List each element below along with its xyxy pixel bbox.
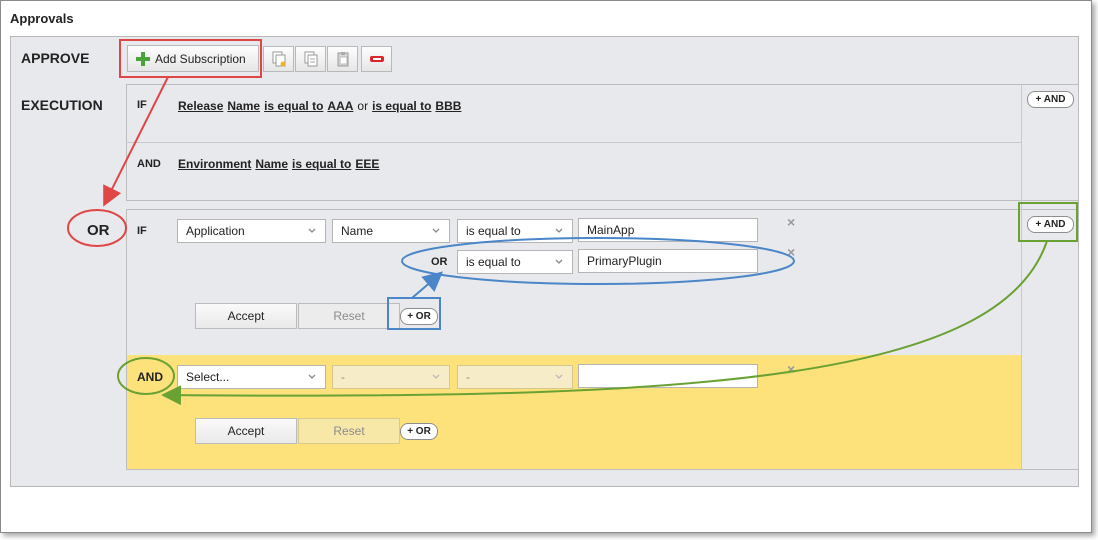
remove-icon — [369, 56, 384, 62]
and-label-2: AND — [137, 370, 163, 384]
and-label: AND — [137, 158, 161, 170]
value-input[interactable]: MainApp — [578, 218, 758, 242]
field-select[interactable]: Application — [177, 219, 326, 243]
approve-label: APPROVE — [21, 50, 90, 66]
value-input-2[interactable]: PrimaryPlugin — [578, 249, 758, 273]
operator-select-new[interactable]: - — [457, 365, 573, 389]
close-icon[interactable]: × — [787, 214, 795, 230]
field-select-new-value: Select... — [186, 370, 230, 384]
condition-link[interactable]: Name — [227, 99, 260, 113]
condition-link[interactable]: BBB — [435, 99, 461, 113]
condition-link[interactable]: is equal to — [264, 99, 323, 113]
add-or-button[interactable]: + OR — [400, 308, 438, 325]
condition-link[interactable]: Environment — [178, 157, 251, 171]
right-column-divider — [1021, 85, 1022, 469]
value-input-new[interactable] — [578, 364, 758, 388]
or-label: OR — [87, 222, 110, 239]
accept-button-2[interactable]: Accept — [195, 418, 297, 444]
remove-button[interactable] — [361, 46, 392, 72]
paste-icon — [304, 51, 317, 67]
add-and-button-top[interactable]: + AND — [1027, 91, 1074, 108]
paste-button[interactable] — [295, 46, 326, 72]
operator-select-new-value: - — [466, 370, 470, 384]
close-icon[interactable]: × — [787, 244, 795, 260]
attribute-select[interactable]: Name — [332, 219, 450, 243]
reset-button-2[interactable]: Reset — [298, 418, 400, 444]
close-icon[interactable]: × — [787, 361, 795, 377]
chevron-down-icon — [308, 228, 316, 233]
if-label-2: IF — [137, 225, 147, 237]
plus-icon — [136, 51, 150, 66]
reset-button[interactable]: Reset — [298, 303, 400, 329]
attribute-select-new-value: - — [341, 370, 345, 384]
accept-button[interactable]: Accept — [195, 303, 297, 329]
condition-link[interactable]: Name — [255, 157, 288, 171]
chevron-down-icon — [555, 374, 563, 379]
condition-row-1[interactable]: Release Name is equal to AAA or is equal to BB… — [178, 99, 461, 113]
attribute-select-new[interactable]: - — [332, 365, 450, 389]
copy-icon — [272, 51, 285, 67]
field-select-value: Application — [186, 224, 245, 238]
condition-link[interactable]: EEE — [355, 157, 379, 171]
chevron-down-icon — [555, 259, 563, 264]
approvals-window: Approvals APPROVE Add Subscription EXECU… — [0, 0, 1092, 533]
condition-text: or — [357, 99, 369, 113]
condition-link[interactable]: AAA — [327, 99, 353, 113]
copy-button[interactable] — [263, 46, 294, 72]
or-row-label: OR — [431, 256, 448, 268]
chevron-down-icon — [308, 374, 316, 379]
add-or-button-2[interactable]: + OR — [400, 423, 438, 440]
if-label: IF — [137, 99, 147, 111]
operator-select-value: is equal to — [466, 224, 521, 238]
condition-row-2[interactable]: Environment Name is equal to EEE — [178, 157, 379, 171]
chevron-down-icon — [555, 228, 563, 233]
execution-label: EXECUTION — [21, 97, 103, 113]
condition-link[interactable]: is equal to — [372, 99, 431, 113]
attribute-select-value: Name — [341, 224, 374, 238]
row-divider — [126, 142, 1021, 143]
chevron-down-icon — [432, 228, 440, 233]
add-and-button[interactable]: + AND — [1027, 216, 1074, 233]
clipboard-button[interactable] — [327, 46, 358, 72]
chevron-down-icon — [432, 374, 440, 379]
condition-link[interactable]: is equal to — [292, 157, 351, 171]
field-select-new[interactable]: Select... — [177, 365, 326, 389]
panel-title: Approvals — [10, 11, 74, 26]
condition-link[interactable]: Release — [178, 99, 223, 113]
clipboard-icon — [337, 52, 348, 67]
add-subscription-button[interactable]: Add Subscription — [127, 45, 259, 72]
operator-select-2-value: is equal to — [466, 255, 521, 269]
operator-select[interactable]: is equal to — [457, 219, 573, 243]
add-subscription-label: Add Subscription — [155, 51, 246, 66]
operator-select-2[interactable]: is equal to — [457, 250, 573, 274]
